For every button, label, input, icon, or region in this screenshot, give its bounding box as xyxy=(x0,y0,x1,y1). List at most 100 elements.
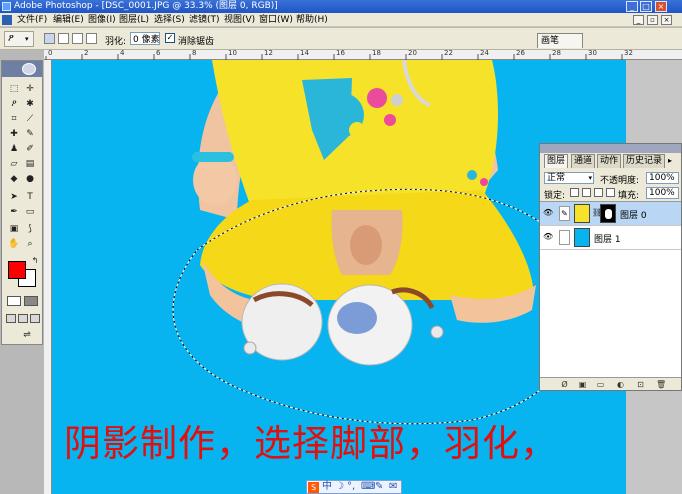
lock-transparent-icon[interactable] xyxy=(570,188,579,197)
healing-brush-tool-icon[interactable]: ✚ xyxy=(8,128,20,140)
link-cell[interactable] xyxy=(559,230,570,245)
eye-visibility-icon[interactable]: 👁 xyxy=(543,209,553,217)
shape-tool-icon[interactable]: ▭ xyxy=(24,206,36,218)
notes-tool-icon[interactable]: ▣ xyxy=(8,223,20,235)
full-screen-button[interactable] xyxy=(30,314,40,323)
crop-tool-icon[interactable]: ⌗ xyxy=(8,113,20,125)
sogou-ime-icon[interactable]: S xyxy=(308,482,319,493)
document-icon xyxy=(2,15,12,25)
zoom-tool-icon[interactable]: ⌕ xyxy=(24,238,36,250)
hand-tool-icon[interactable]: ✋ xyxy=(8,238,20,250)
panel-menu-icon[interactable]: ▸ xyxy=(668,156,678,166)
maximize-button[interactable]: □ xyxy=(640,1,652,12)
dodge-tool-icon[interactable]: ● xyxy=(24,173,36,185)
tool-preset-picker[interactable]: ዖ ▾ xyxy=(4,31,34,47)
layer-name: 图层 0 xyxy=(620,211,647,221)
layer-mask-thumbnail[interactable] xyxy=(600,204,616,223)
tab-history[interactable]: 历史记录 xyxy=(623,154,666,168)
subtract-selection-button[interactable] xyxy=(72,33,83,44)
tools-icon[interactable]: ✉ xyxy=(389,481,397,493)
horizontal-ruler: 0 2 4 6 8 10 12 14 16 18 20 22 24 26 28 … xyxy=(44,49,682,60)
menu-layer[interactable]: 图层(L) xyxy=(119,14,149,26)
pen-tool-icon[interactable]: ✒ xyxy=(8,206,20,218)
slice-tool-icon[interactable]: ⟋ xyxy=(24,113,36,125)
fill-input[interactable]: 100% xyxy=(646,187,679,199)
lasso-tool-icon[interactable]: ዖ xyxy=(8,98,20,110)
foreground-color-swatch[interactable] xyxy=(8,261,26,279)
full-screen-menu-button[interactable] xyxy=(18,314,28,323)
add-selection-button[interactable] xyxy=(58,33,69,44)
menu-view[interactable]: 视图(V) xyxy=(224,14,255,26)
keyboard-icon[interactable]: ⌨ xyxy=(361,481,375,493)
imageready-jump-icon[interactable]: ⇌ xyxy=(16,329,38,341)
adjustment-layer-icon[interactable]: ◐ xyxy=(616,380,625,389)
clone-stamp-tool-icon[interactable]: ♟ xyxy=(8,143,20,155)
new-group-icon[interactable]: ▭ xyxy=(596,380,605,389)
layer-row-1[interactable]: 👁 图层 1 xyxy=(540,226,681,250)
swap-colors-icon[interactable]: ↰ xyxy=(29,255,41,267)
menu-select[interactable]: 选择(S) xyxy=(154,14,185,26)
layers-panel-tabs: 图层 通道 动作 历史记录 ▸ xyxy=(540,144,681,168)
brushes-palette-tab[interactable]: 画笔 xyxy=(537,33,583,48)
eraser-tool-icon[interactable]: ▱ xyxy=(8,158,20,170)
menu-image[interactable]: 图像(I) xyxy=(88,14,116,26)
menu-filter[interactable]: 滤镜(T) xyxy=(189,14,220,26)
menu-window[interactable]: 窗口(W) xyxy=(259,14,293,26)
eye-visibility-icon[interactable]: 👁 xyxy=(543,233,553,241)
ruler-tick-label: 28 xyxy=(552,49,561,57)
menu-help[interactable]: 帮助(H) xyxy=(296,14,328,26)
add-mask-icon[interactable]: ▣ xyxy=(578,380,587,389)
minimize-button[interactable]: _ xyxy=(626,1,638,12)
history-brush-tool-icon[interactable]: ✐ xyxy=(24,143,36,155)
standard-mode-button[interactable] xyxy=(7,296,21,306)
lock-all-icon[interactable] xyxy=(606,188,615,197)
antialias-checkbox[interactable]: ✓ xyxy=(165,33,175,43)
new-selection-button[interactable] xyxy=(44,33,55,44)
punctuation-icon[interactable]: °, xyxy=(347,481,355,493)
lock-image-icon[interactable] xyxy=(582,188,591,197)
doc-restore-button[interactable]: ▫ xyxy=(647,15,658,25)
menu-edit[interactable]: 编辑(E) xyxy=(53,14,84,26)
trash-icon[interactable]: 🗑 xyxy=(656,380,666,389)
toolbox-header[interactable] xyxy=(2,61,42,77)
ruler-tick-label: 26 xyxy=(516,49,525,57)
blur-tool-icon[interactable]: ◆ xyxy=(8,173,20,185)
brush-tool-icon[interactable]: ✎ xyxy=(24,128,36,140)
layer-style-icon[interactable]: Ø xyxy=(560,380,569,389)
move-tool-icon[interactable]: ✛ xyxy=(24,83,36,95)
tab-layers[interactable]: 图层 xyxy=(544,154,569,168)
moon-icon[interactable]: ☽ xyxy=(335,481,344,493)
quick-mask-mode-button[interactable] xyxy=(24,296,38,306)
doc-minimize-button[interactable]: _ xyxy=(633,15,644,25)
magic-wand-tool-icon[interactable]: ✱ xyxy=(24,98,36,110)
opacity-input[interactable]: 100% xyxy=(646,172,679,184)
blend-mode-select[interactable]: 正常 ▾ xyxy=(544,172,594,184)
new-layer-icon[interactable]: ⊡ xyxy=(636,380,645,389)
marquee-tool-icon[interactable]: ⬚ xyxy=(8,83,20,95)
standard-screen-button[interactable] xyxy=(6,314,16,323)
feather-input[interactable] xyxy=(130,32,160,45)
path-selection-tool-icon[interactable]: ➤ xyxy=(8,191,20,203)
pen-icon[interactable]: ✎ xyxy=(375,481,383,493)
close-button[interactable]: × xyxy=(655,1,667,12)
ime-language-toggle[interactable]: 中 xyxy=(322,481,332,493)
gradient-tool-icon[interactable]: ▤ xyxy=(24,158,36,170)
panel-grip[interactable] xyxy=(540,144,681,153)
type-tool-icon[interactable]: T xyxy=(24,191,36,203)
doc-close-button[interactable]: × xyxy=(661,15,672,25)
brush-edit-icon[interactable]: ✎ xyxy=(559,206,570,221)
lock-position-icon[interactable] xyxy=(594,188,603,197)
ruler-tick-label: 4 xyxy=(120,49,125,57)
layer-row-0[interactable]: 👁 ✎ ⛓ 图层 0 xyxy=(540,202,681,226)
tab-channels[interactable]: 通道 xyxy=(571,154,596,168)
layer-thumbnail xyxy=(574,204,590,223)
intersect-selection-button[interactable] xyxy=(86,33,97,44)
menu-file[interactable]: 文件(F) xyxy=(17,14,47,26)
lock-label: 锁定: xyxy=(544,191,566,201)
eyedropper-tool-icon[interactable]: ⟆ xyxy=(24,223,36,235)
photoshop-app-icon xyxy=(2,2,11,11)
eye-logo-icon xyxy=(22,63,36,75)
tab-actions[interactable]: 动作 xyxy=(597,154,622,168)
chevron-down-icon: ▾ xyxy=(588,174,592,182)
blend-mode-value: 正常 xyxy=(547,173,566,183)
